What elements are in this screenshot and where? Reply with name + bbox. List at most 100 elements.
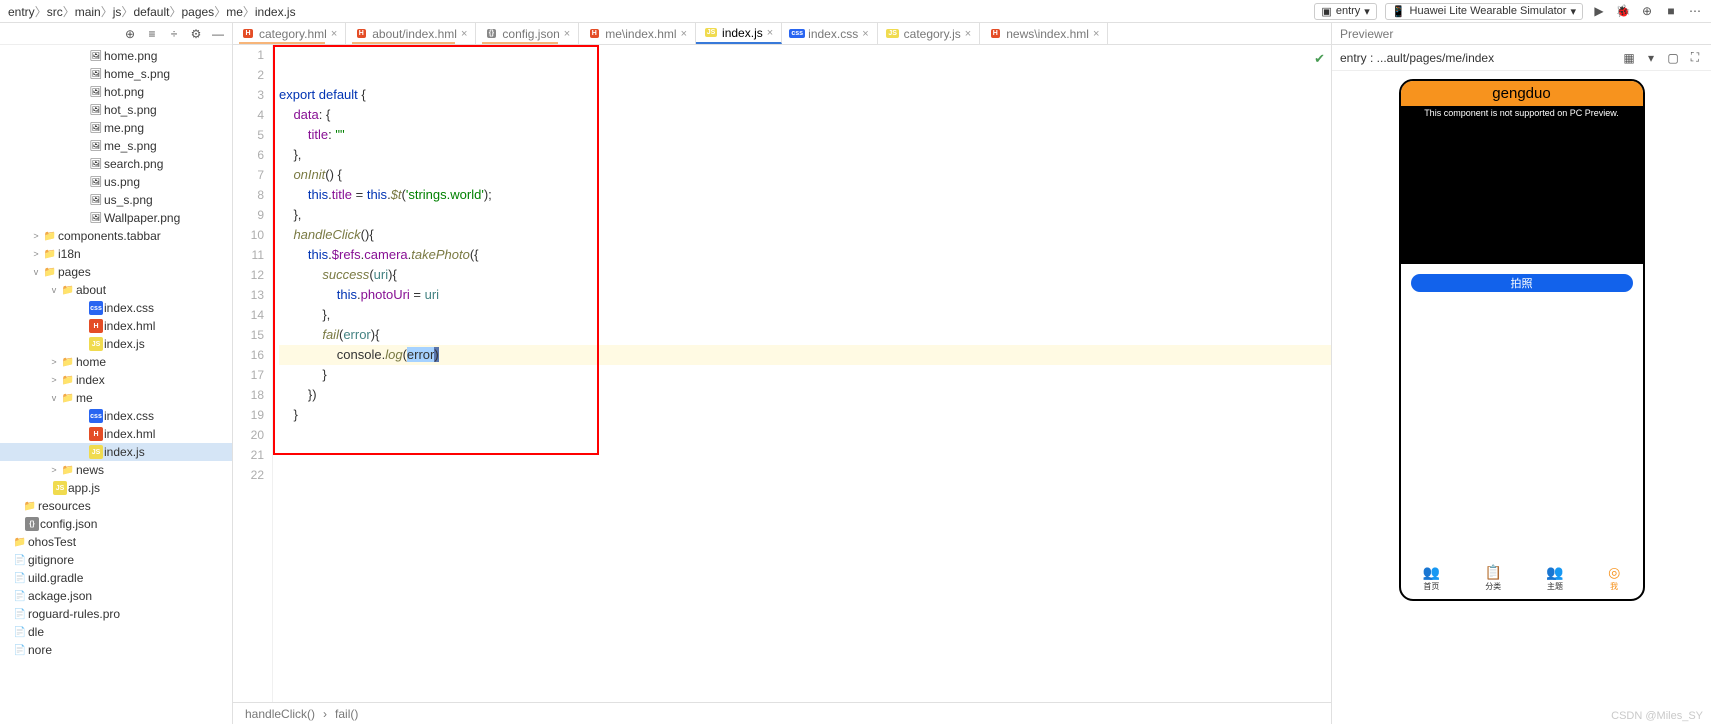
tree-item[interactable]: JSapp.js — [0, 479, 232, 497]
breadcrumb-segment[interactable]: src — [47, 5, 63, 19]
close-tab-icon[interactable]: × — [1093, 28, 1099, 40]
more-icon[interactable]: ⋯ — [1687, 3, 1703, 19]
code-breadcrumb[interactable]: handleClick() › fail() — [233, 702, 1331, 724]
select-opened-icon[interactable]: ⊕ — [122, 26, 138, 42]
tree-item[interactable]: 📄nore — [0, 641, 232, 659]
tree-item[interactable]: {}config.json — [0, 515, 232, 533]
code-line[interactable]: onInit() { — [279, 165, 1331, 185]
code-content[interactable]: export default { data: { title: "" }, on… — [273, 45, 1331, 702]
collapse-icon[interactable]: ÷ — [166, 26, 182, 42]
tree-item[interactable]: 🖼hot.png — [0, 83, 232, 101]
editor-tab[interactable]: JSindex.js× — [696, 23, 782, 44]
tree-item[interactable]: >📁components.tabbar — [0, 227, 232, 245]
code-line[interactable]: console.log(error) — [279, 345, 1331, 365]
editor-tab[interactable]: Habout/index.hml× — [346, 23, 476, 44]
stop-icon[interactable]: ■ — [1663, 3, 1679, 19]
profiler-icon[interactable]: ⊕ — [1639, 3, 1655, 19]
code-line[interactable]: this.title = this.$t('strings.world'); — [279, 185, 1331, 205]
tree-item[interactable]: 🖼home.png — [0, 47, 232, 65]
breadcrumb-segment[interactable]: index.js — [255, 5, 296, 19]
code-line[interactable]: data: { — [279, 105, 1331, 125]
tree-item[interactable]: JSindex.js — [0, 443, 232, 461]
breadcrumb-segment[interactable]: me — [226, 5, 243, 19]
code-line[interactable]: }, — [279, 145, 1331, 165]
code-line[interactable] — [279, 485, 1331, 505]
grid-view-icon[interactable]: ▦ — [1621, 50, 1637, 66]
editor-body[interactable]: 12345678910111213141516171819202122 expo… — [233, 45, 1331, 702]
editor-tab[interactable]: Hnews\index.hml× — [980, 23, 1108, 44]
tree-item[interactable]: 📄gitignore — [0, 551, 232, 569]
close-tab-icon[interactable]: × — [681, 28, 687, 40]
close-tab-icon[interactable]: × — [965, 28, 971, 40]
close-tab-icon[interactable]: × — [767, 27, 773, 39]
tree-item[interactable]: 🖼me_s.png — [0, 137, 232, 155]
device-tab[interactable]: 📋分类 — [1484, 564, 1501, 592]
code-line[interactable] — [279, 465, 1331, 485]
restore-icon[interactable]: ▢ — [1665, 50, 1681, 66]
close-tab-icon[interactable]: × — [564, 28, 570, 40]
tree-item[interactable]: 📄uild.gradle — [0, 569, 232, 587]
tree-item[interactable]: 📄dle — [0, 623, 232, 641]
code-line[interactable] — [279, 445, 1331, 465]
tree-item[interactable]: cssindex.css — [0, 299, 232, 317]
breadcrumb-fn-2[interactable]: fail() — [335, 707, 358, 721]
close-tab-icon[interactable]: × — [331, 28, 337, 40]
tree-item[interactable]: Hindex.hml — [0, 425, 232, 443]
tree-item[interactable]: v📁pages — [0, 263, 232, 281]
code-line[interactable]: success(uri){ — [279, 265, 1331, 285]
tree-item[interactable]: >📁index — [0, 371, 232, 389]
dropdown-icon[interactable]: ▾ — [1643, 50, 1659, 66]
tree-item[interactable]: 🖼us_s.png — [0, 191, 232, 209]
inspection-ok-icon[interactable]: ✔ — [1314, 49, 1325, 69]
debug-icon[interactable]: 🐞 — [1615, 3, 1631, 19]
settings-icon[interactable]: ⚙ — [188, 26, 204, 42]
tree-item[interactable]: 📁resources — [0, 497, 232, 515]
tree-item[interactable]: 🖼hot_s.png — [0, 101, 232, 119]
tree-item[interactable]: >📁i18n — [0, 245, 232, 263]
tree-item[interactable]: Hindex.hml — [0, 317, 232, 335]
file-tree[interactable]: 🖼home.png🖼home_s.png🖼hot.png🖼hot_s.png🖼m… — [0, 45, 232, 724]
hide-icon[interactable]: — — [210, 26, 226, 42]
close-tab-icon[interactable]: × — [461, 28, 467, 40]
tree-item[interactable]: cssindex.css — [0, 407, 232, 425]
code-line[interactable]: this.photoUri = uri — [279, 285, 1331, 305]
breadcrumb-segment[interactable]: pages — [181, 5, 214, 19]
code-line[interactable]: }, — [279, 205, 1331, 225]
tree-item[interactable]: 🖼Wallpaper.png — [0, 209, 232, 227]
take-photo-button[interactable]: 拍照 — [1411, 274, 1633, 292]
breadcrumb-segment[interactable]: default — [133, 5, 169, 19]
code-line[interactable]: } — [279, 365, 1331, 385]
code-line[interactable]: fail(error){ — [279, 325, 1331, 345]
tree-item[interactable]: 📄ackage.json — [0, 587, 232, 605]
code-line[interactable]: }) — [279, 385, 1331, 405]
code-line[interactable]: handleClick(){ — [279, 225, 1331, 245]
expand-icon[interactable]: ⛶ — [1687, 50, 1703, 66]
editor-tab[interactable]: JScategory.js× — [878, 23, 981, 44]
editor-tab[interactable]: cssindex.css× — [782, 23, 877, 44]
tree-item[interactable]: 🖼us.png — [0, 173, 232, 191]
breadcrumb-fn-1[interactable]: handleClick() — [245, 707, 315, 721]
tree-item[interactable]: 🖼home_s.png — [0, 65, 232, 83]
run-icon[interactable]: ▶ — [1591, 3, 1607, 19]
tree-item[interactable]: 📁ohosTest — [0, 533, 232, 551]
tree-item[interactable]: 🖼me.png — [0, 119, 232, 137]
tree-item[interactable]: 🖼search.png — [0, 155, 232, 173]
tree-item[interactable]: JSindex.js — [0, 335, 232, 353]
breadcrumb-segment[interactable]: entry — [8, 5, 35, 19]
device-tab[interactable]: ◎我 — [1608, 564, 1620, 592]
tree-item[interactable]: >📁home — [0, 353, 232, 371]
tree-item[interactable]: v📁me — [0, 389, 232, 407]
close-tab-icon[interactable]: × — [862, 28, 868, 40]
code-line[interactable] — [279, 425, 1331, 445]
emulator-dropdown[interactable]: 📱 Huawei Lite Wearable Simulator ▾ — [1385, 3, 1583, 20]
code-line[interactable] — [279, 505, 1331, 525]
code-line[interactable]: this.$refs.camera.takePhoto({ — [279, 245, 1331, 265]
editor-tab[interactable]: Hme\index.hml× — [579, 23, 696, 44]
code-line[interactable]: export default { — [279, 85, 1331, 105]
code-line[interactable]: }, — [279, 305, 1331, 325]
device-tab[interactable]: 👥首页 — [1423, 564, 1440, 592]
editor-tab[interactable]: Hcategory.hml× — [233, 23, 346, 44]
entry-module-dropdown[interactable]: ▣ entry ▾ — [1314, 3, 1376, 20]
device-tab[interactable]: 👥主题 — [1546, 564, 1563, 592]
breadcrumb-segment[interactable]: main — [75, 5, 101, 19]
